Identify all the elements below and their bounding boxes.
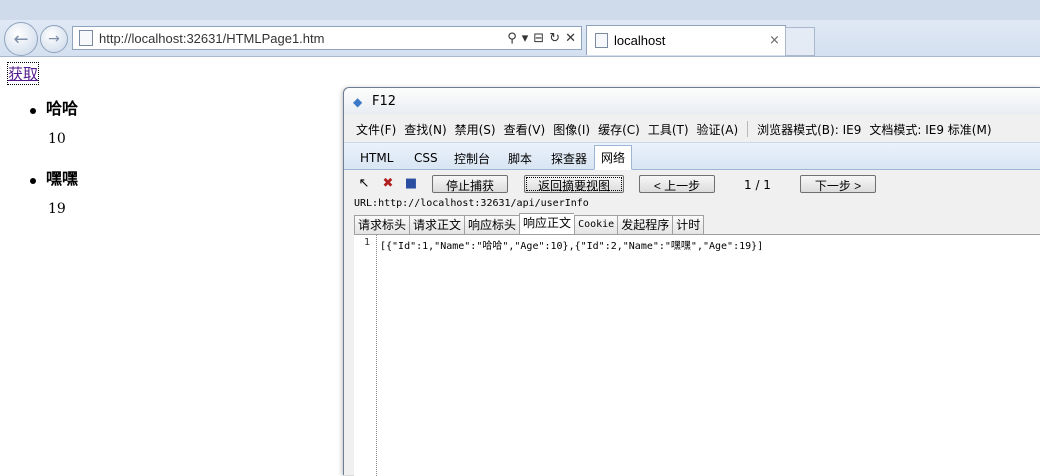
- network-toolbar: ↖ ✖ ■ 停止捕获 返回摘要视图 < 上一步 1 / 1 下一步 >: [344, 170, 1040, 198]
- menu-tools[interactable]: 工具(T): [644, 121, 693, 138]
- new-tab-button[interactable]: [785, 27, 815, 56]
- url-text[interactable]: http://localhost:32631/HTMLPage1.htm: [99, 31, 507, 46]
- bullet-icon: [30, 177, 36, 184]
- line-number: 1: [363, 237, 370, 248]
- pager-indicator: 1 / 1: [744, 178, 771, 192]
- clear-entries-icon[interactable]: ✖: [380, 176, 396, 192]
- back-arrow-icon: ←: [13, 28, 29, 50]
- menu-validate[interactable]: 验证(A): [693, 121, 743, 138]
- address-bar[interactable]: http://localhost:32631/HTMLPage1.htm ⚲ ▾…: [72, 26, 582, 50]
- person-age: 19: [48, 201, 66, 217]
- tab-timings[interactable]: 计时: [672, 215, 705, 235]
- tab-initiator[interactable]: 发起程序: [617, 215, 673, 235]
- tab-request-body[interactable]: 请求正文: [409, 215, 465, 235]
- document-mode-menu[interactable]: 文档模式: IE9 标准(M): [865, 121, 995, 138]
- person-name: 嘿嘿: [46, 169, 79, 188]
- page-icon: [79, 30, 93, 46]
- menu-view[interactable]: 查看(V): [500, 121, 550, 138]
- browser-tab-localhost[interactable]: localhost ×: [586, 25, 786, 55]
- person-age: 10: [48, 131, 66, 147]
- devtools-window: ◆ F12 文件(F) 查找(N) 禁用(S) 查看(V) 图像(I) 缓存(C…: [343, 87, 1040, 476]
- menu-cache[interactable]: 缓存(C): [594, 121, 644, 138]
- search-icon[interactable]: ⚲: [507, 31, 517, 46]
- menu-find[interactable]: 查找(N): [400, 121, 450, 138]
- list-item: 嘿嘿: [30, 165, 78, 189]
- menu-file[interactable]: 文件(F): [352, 121, 400, 138]
- browser-chrome: ← → http://localhost:32631/HTMLPage1.htm…: [0, 0, 1040, 57]
- chevron-down-icon[interactable]: ▾: [522, 31, 529, 46]
- tab-response-headers[interactable]: 响应标头: [464, 215, 520, 235]
- line-gutter: 1: [354, 235, 377, 476]
- back-button[interactable]: ←: [4, 22, 38, 56]
- compatibility-view-icon[interactable]: ⊟: [533, 31, 544, 46]
- forward-button[interactable]: →: [40, 25, 68, 53]
- tab-response-body[interactable]: 响应正文: [519, 213, 575, 235]
- select-element-icon[interactable]: ↖: [356, 176, 372, 192]
- browser-mode-label: 浏览器模式(B):: [757, 122, 839, 137]
- fetch-link[interactable]: 获取: [6, 62, 40, 85]
- previous-button[interactable]: < 上一步: [639, 175, 715, 193]
- response-body-viewer[interactable]: 1 [{"Id":1,"Name":"哈哈","Age":10},{"Id":2…: [354, 234, 1040, 476]
- document-mode-value: IE9 标准(M): [925, 122, 992, 137]
- devtools-titlebar[interactable]: ◆ F12: [344, 88, 1040, 114]
- request-url: URL:http://localhost:32631/api/userInfo: [354, 198, 589, 209]
- bullet-icon: [30, 107, 36, 114]
- tab-script[interactable]: 脚本: [502, 147, 538, 169]
- menu-disable[interactable]: 禁用(S): [451, 121, 500, 138]
- devtools-title: F12: [372, 94, 397, 109]
- page-icon: [595, 33, 608, 48]
- tab-html[interactable]: HTML: [354, 147, 399, 169]
- window-title-strip: [0, 0, 1040, 20]
- devtools-icon: ◆: [353, 95, 363, 109]
- stop-icon[interactable]: ✕: [565, 31, 576, 46]
- save-icon[interactable]: ■: [403, 176, 419, 192]
- tab-label: localhost: [614, 33, 666, 48]
- stop-capture-button[interactable]: 停止捕获: [432, 175, 508, 193]
- tab-css[interactable]: CSS: [408, 147, 444, 169]
- tab-profiler[interactable]: 探查器: [545, 147, 593, 169]
- refresh-icon[interactable]: ↻: [549, 31, 560, 46]
- response-body-text: [{"Id":1,"Name":"哈哈","Age":10},{"Id":2,"…: [380, 241, 764, 252]
- menu-images[interactable]: 图像(I): [549, 121, 594, 138]
- browser-mode-menu[interactable]: 浏览器模式(B): IE9: [753, 121, 865, 138]
- menu-separator: [747, 121, 749, 137]
- close-icon[interactable]: ×: [769, 33, 785, 48]
- tab-request-headers[interactable]: 请求标头: [354, 215, 410, 235]
- devtools-menubar: 文件(F) 查找(N) 禁用(S) 查看(V) 图像(I) 缓存(C) 工具(T…: [352, 118, 996, 140]
- tab-cookie[interactable]: Cookie: [574, 215, 618, 235]
- tab-console[interactable]: 控制台: [448, 147, 496, 169]
- list-item: 哈哈: [30, 95, 78, 119]
- forward-arrow-icon: →: [48, 31, 60, 47]
- person-name: 哈哈: [46, 99, 79, 118]
- next-button[interactable]: 下一步 >: [800, 175, 876, 193]
- devtools-tabbar: HTML CSS 控制台 脚本 探查器 网络: [344, 142, 1040, 170]
- detail-tabs: 请求标头 请求正文 响应标头 响应正文 Cookie 发起程序 计时: [354, 213, 705, 235]
- browser-mode-value: IE9: [842, 122, 862, 137]
- document-mode-label: 文档模式:: [869, 122, 922, 137]
- tab-network[interactable]: 网络: [594, 145, 633, 170]
- return-summary-button[interactable]: 返回摘要视图: [524, 175, 624, 193]
